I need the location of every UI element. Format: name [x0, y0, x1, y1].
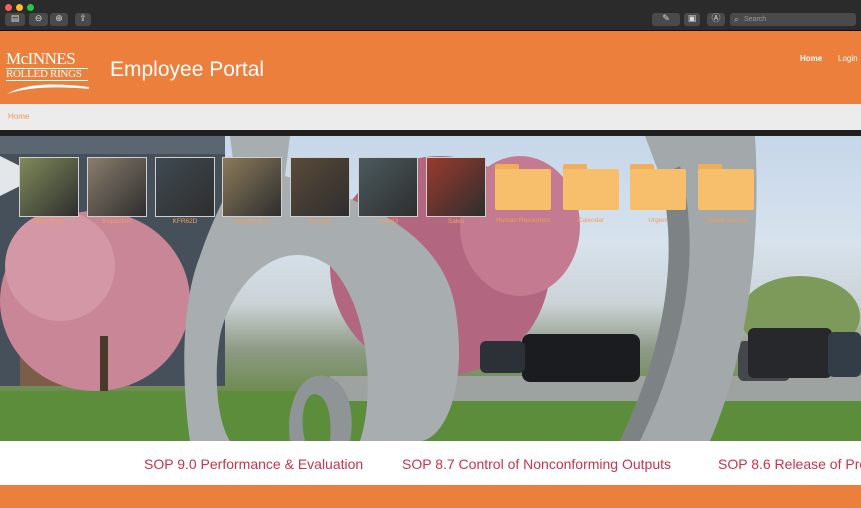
- folder-icon: [630, 164, 686, 210]
- sales-thumbnail: [426, 157, 486, 217]
- company-logo[interactable]: McINNES ROLLED RINGS: [6, 49, 90, 95]
- annotate-icon[interactable]: Ⓐ: [707, 13, 725, 26]
- tile-calendar[interactable]: Calendar: [561, 157, 621, 224]
- maintenance-thumbnail: [222, 157, 282, 217]
- tile-label: Inspection: [102, 218, 132, 225]
- tile-label: Heat Treat: [33, 218, 65, 225]
- tile-global-search[interactable]: Global Search: [696, 157, 756, 224]
- app-tiles: Heat Treat Inspection KFR62D Maintenance…: [0, 136, 861, 236]
- window-toolbar: ▤ ⊖ ⊕ ⇪ ✎ ▣ Ⓐ ⌕ Search: [0, 0, 861, 31]
- sop-ticker: SOP 9.0 Performance & Evaluation SOP 8.7…: [0, 441, 861, 485]
- breadcrumb: Home: [0, 104, 861, 130]
- sop-link[interactable]: SOP 8.7 Control of Nonconforming Outputs: [402, 456, 671, 472]
- tile-label: Maintenance: [233, 218, 271, 225]
- folder-icon: [563, 164, 619, 210]
- tile-label: KFR62D: [172, 218, 198, 225]
- logo-line1: McINNES: [6, 49, 76, 68]
- sop-link[interactable]: SOP 8.6 Release of Pro: [718, 456, 861, 472]
- tile-label: Row83: [377, 218, 399, 225]
- tile-kfr62d[interactable]: KFR62D: [155, 157, 215, 225]
- tile-label: Row63: [309, 218, 331, 225]
- tile-label: Human Resources: [496, 217, 550, 224]
- lock-icon[interactable]: ▣: [684, 13, 700, 26]
- tile-heat-treat[interactable]: Heat Treat: [19, 157, 79, 225]
- heat-treat-thumbnail: [19, 157, 79, 217]
- tile-row63[interactable]: Row63: [290, 157, 350, 225]
- close-window-button[interactable]: [5, 4, 12, 11]
- kfr62d-thumbnail: [155, 157, 215, 217]
- logo-swoosh-icon: [7, 84, 89, 94]
- breadcrumb-home[interactable]: Home: [8, 112, 29, 121]
- tile-label: Calendar: [577, 217, 605, 224]
- tile-maintenance[interactable]: Maintenance: [222, 157, 282, 225]
- logo-line2: ROLLED RINGS: [6, 68, 88, 81]
- site-header: McINNES ROLLED RINGS Employee Portal Hom…: [0, 31, 861, 104]
- search-placeholder: Search: [744, 16, 767, 23]
- nav-home-link[interactable]: Home: [800, 54, 822, 63]
- sop-link[interactable]: SOP 9.0 Performance & Evaluation: [144, 456, 363, 472]
- sidebar-toggle-icon[interactable]: ▤: [5, 13, 25, 26]
- share-icon[interactable]: ⇪: [75, 13, 91, 26]
- site-footer: [0, 485, 861, 508]
- folder-icon: [698, 164, 754, 210]
- tile-label: Urgent: [648, 217, 668, 224]
- page-title: Employee Portal: [110, 58, 265, 81]
- tile-label: Global Search: [705, 217, 747, 224]
- row63-thumbnail: [290, 157, 350, 217]
- tile-inspection[interactable]: Inspection: [87, 157, 147, 225]
- tile-sales[interactable]: Sales: [426, 157, 486, 225]
- hero-background: Heat Treat Inspection KFR62D Maintenance…: [0, 136, 861, 441]
- tile-human-resources[interactable]: Human Resources: [493, 157, 553, 224]
- minimize-window-button[interactable]: [16, 4, 23, 11]
- nav-login-link[interactable]: Login: [838, 54, 858, 63]
- folder-icon: [495, 164, 551, 210]
- search-field[interactable]: ⌕ Search: [730, 13, 856, 26]
- zoom-in-icon[interactable]: ⊕: [50, 13, 68, 26]
- markup-icon[interactable]: ✎: [652, 13, 680, 26]
- tile-row83[interactable]: Row83: [358, 157, 418, 225]
- zoom-window-button[interactable]: [27, 4, 34, 11]
- tile-label: Sales: [447, 218, 465, 225]
- inspection-thumbnail: [87, 157, 147, 217]
- row83-thumbnail: [358, 157, 418, 217]
- zoom-out-icon[interactable]: ⊖: [29, 13, 48, 26]
- tile-urgent[interactable]: Urgent: [628, 157, 688, 224]
- search-icon: ⌕: [734, 15, 739, 24]
